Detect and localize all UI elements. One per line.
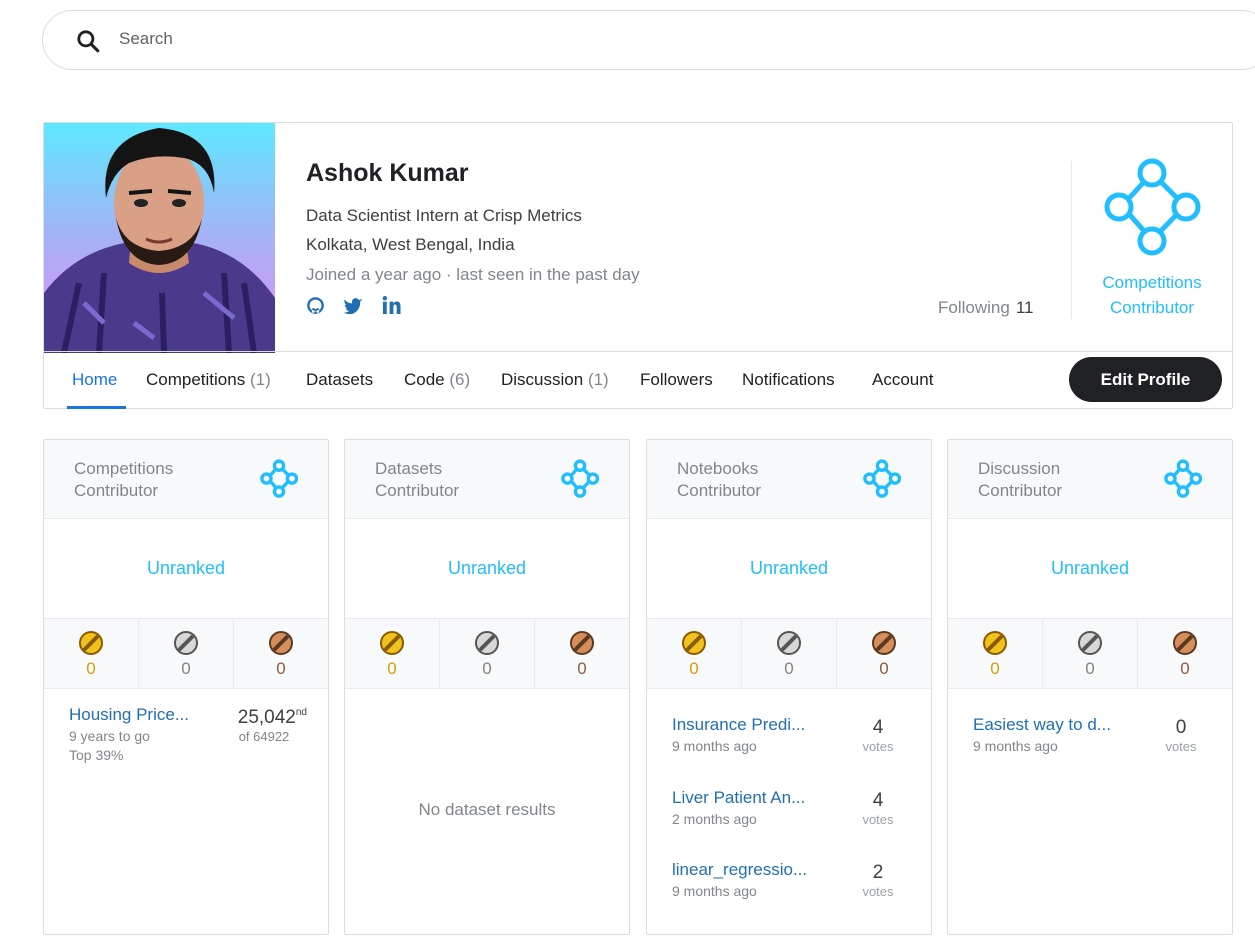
card-header: Competitions Contributor bbox=[44, 440, 328, 519]
silver-medal-icon bbox=[777, 631, 801, 655]
contributor-tier-icon bbox=[863, 459, 901, 498]
bronze-medal-icon bbox=[1173, 631, 1197, 655]
discussion-card: Discussion Contributor Unranked 0 0 0 Eas… bbox=[947, 439, 1233, 935]
tab-datasets[interactable]: Datasets bbox=[306, 370, 373, 390]
profile-tabs: Home Competitions (1) Datasets Code (6) … bbox=[44, 351, 1232, 409]
bronze-medal: 0 bbox=[837, 619, 931, 688]
profile-name: Ashok Kumar bbox=[306, 159, 469, 187]
gold-medal: 0 bbox=[345, 619, 440, 688]
profile-occupation: Data Scientist Intern at Crisp Metrics bbox=[306, 206, 582, 225]
bronze-medal: 0 bbox=[535, 619, 629, 688]
card-header: Notebooks Contributor bbox=[647, 440, 931, 519]
following-link[interactable]: Following 11 bbox=[938, 298, 1033, 318]
tier-label-2: Contributor bbox=[1109, 298, 1195, 317]
profile-location: Kolkata, West Bengal, India bbox=[306, 235, 515, 254]
gold-medal-icon bbox=[983, 631, 1007, 655]
following-count: 11 bbox=[1015, 298, 1034, 317]
card-title: Competitions Contributor bbox=[74, 459, 174, 500]
card-header: Discussion Contributor bbox=[948, 440, 1232, 519]
silver-medal: 0 bbox=[440, 619, 535, 688]
datasets-card: Datasets Contributor Unranked 0 0 0 No da… bbox=[344, 439, 630, 935]
tab-notifications[interactable]: Notifications bbox=[742, 370, 835, 390]
bronze-medal: 0 bbox=[1138, 619, 1232, 688]
notebook-item[interactable]: Insurance Predi... 9 months ago 4 votes bbox=[672, 715, 912, 754]
search-input[interactable] bbox=[119, 29, 719, 49]
gold-medal: 0 bbox=[948, 619, 1043, 688]
notebook-item[interactable]: Liver Patient An... 2 months ago 4 votes bbox=[672, 788, 912, 827]
vote-count: 4 votes bbox=[862, 790, 894, 827]
contributor-tier-icon bbox=[260, 459, 298, 498]
gold-medal: 0 bbox=[647, 619, 742, 688]
tier-label-1: Competitions bbox=[1102, 273, 1202, 292]
bronze-medal: 0 bbox=[234, 619, 328, 688]
tab-competitions[interactable]: Competitions (1) bbox=[146, 370, 271, 390]
bronze-medal-icon bbox=[872, 631, 896, 655]
silver-medal: 0 bbox=[742, 619, 837, 688]
contributor-tier-icon bbox=[561, 459, 599, 498]
vote-count: 2 votes bbox=[862, 862, 894, 899]
card-header: Datasets Contributor bbox=[345, 440, 629, 519]
vote-count: 4 votes bbox=[862, 717, 894, 754]
gold-medal-icon bbox=[682, 631, 706, 655]
search-icon bbox=[77, 30, 100, 53]
competition-top: Top 39% bbox=[69, 747, 124, 763]
tab-account[interactable]: Account bbox=[872, 370, 933, 390]
silver-medal: 0 bbox=[139, 619, 234, 688]
tab-discussion[interactable]: Discussion (1) bbox=[501, 370, 609, 390]
competition-entry[interactable]: Housing Price... 9 years to go Top 39% 2… bbox=[69, 705, 309, 763]
social-links bbox=[305, 295, 401, 315]
notebook-item[interactable]: linear_regressio... 9 months ago 2 votes bbox=[672, 860, 912, 899]
twitter-icon[interactable] bbox=[343, 295, 363, 315]
bronze-medal-icon bbox=[269, 631, 293, 655]
tab-code[interactable]: Code (6) bbox=[404, 370, 470, 390]
contributor-tier-icon bbox=[1104, 158, 1201, 256]
bronze-medal-icon bbox=[570, 631, 594, 655]
gold-medal-icon bbox=[79, 631, 103, 655]
rank-label[interactable]: Unranked bbox=[647, 558, 931, 579]
contributor-tier-icon bbox=[1164, 459, 1202, 498]
discussion-item[interactable]: Easiest way to d... 9 months ago 0 votes bbox=[973, 715, 1213, 754]
rank-label[interactable]: Unranked bbox=[948, 558, 1232, 579]
tab-followers[interactable]: Followers bbox=[640, 370, 713, 390]
tier-badge[interactable]: Competitions Contributor bbox=[1084, 157, 1220, 320]
rank-label[interactable]: Unranked bbox=[44, 558, 328, 579]
gold-medal: 0 bbox=[44, 619, 139, 688]
gold-medal-icon bbox=[380, 631, 404, 655]
card-title: Discussion Contributor bbox=[978, 459, 1063, 500]
avatar[interactable] bbox=[44, 123, 275, 353]
notebooks-card: Notebooks Contributor Unranked 0 0 0 Insu… bbox=[646, 439, 932, 935]
silver-medal-icon bbox=[475, 631, 499, 655]
medal-counts: 0 0 0 bbox=[948, 618, 1232, 689]
following-label: Following bbox=[938, 298, 1010, 317]
card-title: Notebooks Contributor bbox=[677, 459, 762, 500]
profile-joined: Joined a year ago · last seen in the pas… bbox=[306, 265, 640, 284]
medal-counts: 0 0 0 bbox=[345, 618, 629, 689]
medal-counts: 0 0 0 bbox=[647, 618, 931, 689]
linkedin-icon[interactable] bbox=[381, 295, 401, 315]
card-title: Datasets Contributor bbox=[375, 459, 460, 500]
search-bar[interactable] bbox=[42, 10, 1255, 70]
empty-state: No dataset results bbox=[418, 800, 556, 819]
github-icon[interactable] bbox=[305, 295, 325, 315]
tab-home[interactable]: Home bbox=[72, 370, 117, 390]
active-tab-indicator bbox=[67, 406, 126, 409]
medal-counts: 0 0 0 bbox=[44, 618, 328, 689]
rank-label[interactable]: Unranked bbox=[345, 558, 629, 579]
competitions-card: Competitions Contributor Unranked 0 0 0 H… bbox=[43, 439, 329, 935]
vote-count: 0 votes bbox=[1165, 717, 1197, 754]
edit-profile-button[interactable]: Edit Profile bbox=[1069, 357, 1222, 402]
divider bbox=[1071, 161, 1072, 319]
silver-medal-icon bbox=[1078, 631, 1102, 655]
silver-medal: 0 bbox=[1043, 619, 1138, 688]
competition-place: 25,042nd of 64922 bbox=[237, 707, 307, 744]
profile-header: Ashok Kumar Data Scientist Intern at Cri… bbox=[43, 122, 1233, 409]
silver-medal-icon bbox=[174, 631, 198, 655]
